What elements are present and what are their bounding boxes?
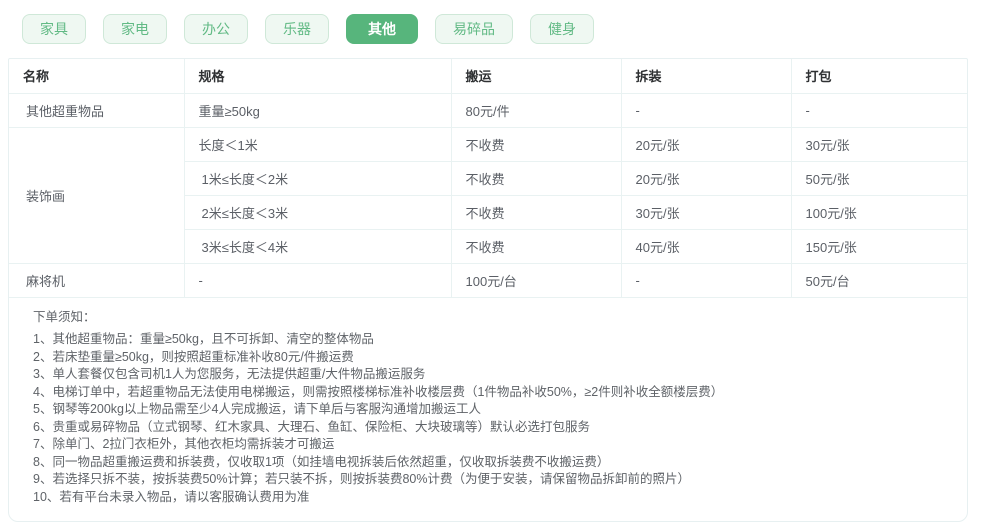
table-cell: 30元/张 bbox=[790, 126, 967, 162]
category-tabs: 家具 家电 办公 乐器 其他 易碎品 健身 bbox=[0, 0, 985, 58]
order-notes-list: 1、其他超重物品：重量≥50kg，且不可拆卸、清空的整体物品 2、若床垫重量≥50… bbox=[33, 331, 945, 506]
pricing-table: 名称 规格 搬运 拆装 打包 其他超重物品 重量≥50kg 80元/件 - - 装饰画 长度＜1米不… bbox=[9, 59, 967, 298]
table-row: 其他超重物品 重量≥50kg 80元/件 - - bbox=[9, 92, 967, 128]
pricing-card: 名称 规格 搬运 拆装 打包 其他超重物品 重量≥50kg 80元/件 - - 装饰画 长度＜1米不… bbox=[8, 58, 968, 522]
table-cell: 重量≥50kg bbox=[183, 92, 452, 128]
tab-office[interactable]: 办公 bbox=[184, 14, 248, 44]
order-notes: 下单须知： 1、其他超重物品：重量≥50kg，且不可拆卸、清空的整体物品 2、若床… bbox=[9, 298, 967, 522]
order-note-item: 6、贵重或易碎物品（立式钢琴、红木家具、大理石、鱼缸、保险柜、大块玻璃等）默认必… bbox=[33, 419, 590, 434]
order-note-item: 7、除单门、2拉门衣柜外，其他衣柜均需拆装才可搬运 bbox=[33, 437, 335, 451]
order-note-item: 3、单人套餐仅包含司机1人为您服务，无法提供超重/大件物品搬运服务 bbox=[33, 367, 426, 381]
tab-fitness[interactable]: 健身 bbox=[530, 14, 594, 44]
order-note-item: 10、若有平台未录入物品，请以客服确认费用为准 bbox=[33, 489, 310, 504]
table-cell: 1米≤长度＜2米 bbox=[184, 160, 452, 196]
table-cell: 其他超重物品 bbox=[9, 92, 185, 128]
table-cell: - bbox=[620, 92, 792, 128]
table-row: 麻将机 -100元/台 -50元/台 bbox=[9, 262, 967, 298]
tab-fragile[interactable]: 易碎品 bbox=[435, 14, 513, 44]
tab-appliance[interactable]: 家电 bbox=[103, 14, 167, 44]
table-cell: 不收费 bbox=[450, 228, 622, 264]
table-cell: 20元/张 bbox=[620, 126, 792, 162]
tab-instrument[interactable]: 乐器 bbox=[265, 14, 329, 44]
column-header: 打包 bbox=[790, 59, 967, 94]
column-header: 搬运 bbox=[450, 59, 622, 94]
table-cell: 麻将机 bbox=[9, 262, 185, 298]
table-cell: 长度＜1米 bbox=[183, 126, 452, 162]
order-note-item: 2、若床垫重量≥50kg，则按照超重标准补收80元/件搬运费 bbox=[33, 349, 354, 364]
tab-other[interactable]: 其他 bbox=[346, 14, 418, 44]
pricing-table-body: 其他超重物品 重量≥50kg 80元/件 - - 装饰画 长度＜1米 不收费 20元/张 30元/… bbox=[9, 92, 967, 298]
order-note-item: 8、同一物品超重搬运费和拆装费，仅收取1项（如挂墙电视拆装后依然超重，仅收取拆装… bbox=[33, 454, 610, 469]
table-cell: 不收费 bbox=[450, 126, 622, 162]
table-cell: 100元/台 bbox=[450, 262, 622, 298]
order-note-item: 5、钢琴等200kg以上物品需至少4人完成搬运，请下单后与客服沟通增加搬运工人 bbox=[33, 402, 481, 416]
table-cell: 150元/张 bbox=[790, 228, 967, 264]
table-cell: 30元/张 bbox=[620, 194, 792, 230]
table-cell: 50元/台 bbox=[790, 262, 967, 298]
table-cell: 不收费 bbox=[450, 160, 622, 196]
pricing-table-header: 名称 规格 搬运 拆装 打包 bbox=[9, 59, 967, 94]
column-header: 规格 bbox=[183, 59, 452, 94]
header-row: 名称 规格 搬运 拆装 打包 bbox=[9, 59, 967, 94]
order-note-item: 9、若选择只拆不装，按拆装费50%计算；若只装不拆，则按拆装费80%计费（为便于… bbox=[33, 472, 690, 486]
table-cell: - bbox=[620, 262, 792, 298]
table-cell: - bbox=[790, 92, 967, 128]
table-row: 装饰画 长度＜1米 不收费 20元/张 30元/张 bbox=[9, 126, 967, 264]
order-notes-title: 下单须知： bbox=[33, 309, 96, 324]
table-cell: 40元/张 bbox=[620, 228, 792, 264]
column-header: 拆装 bbox=[620, 59, 792, 94]
table-cell: 2米≤长度＜3米 bbox=[184, 194, 452, 230]
order-note-item: 4、电梯订单中，若超重物品无法使用电梯搬运，则需按照楼梯标准补收楼层费（1件物品… bbox=[33, 384, 724, 399]
table-cell: 装饰画 bbox=[9, 126, 185, 264]
column-header: 名称 bbox=[9, 59, 185, 94]
order-note-item: 1、其他超重物品：重量≥50kg，且不可拆卸、清空的整体物品 bbox=[33, 332, 374, 346]
tab-furniture[interactable]: 家具 bbox=[22, 14, 86, 44]
table-cell: 20元/张 bbox=[620, 160, 792, 196]
table-cell: 100元/张 bbox=[790, 194, 967, 230]
table-cell: - bbox=[183, 262, 452, 298]
table-cell: 不收费 bbox=[450, 194, 622, 230]
table-cell: 50元/张 bbox=[790, 160, 967, 196]
table-cell: 80元/件 bbox=[450, 92, 622, 128]
table-cell: 3米≤长度＜4米 bbox=[184, 228, 452, 264]
